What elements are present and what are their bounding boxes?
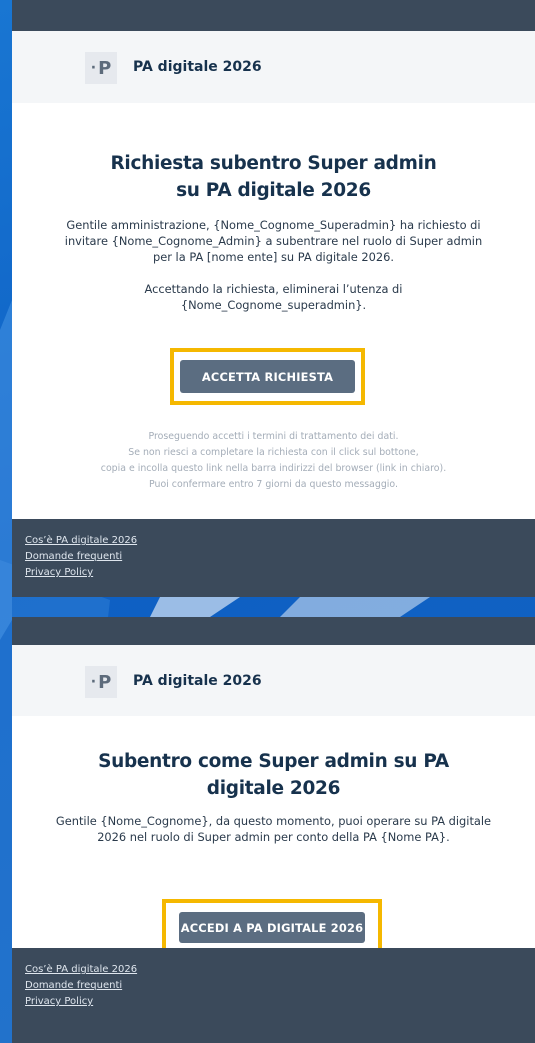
email-body: Richiesta subentro Super admin su PA dig… [12, 103, 535, 519]
email-paragraph: Gentile amministrazione, {Nome_Cognome_S… [64, 218, 483, 264]
note-line: Puoi confermare entro 7 giorni da questo… [149, 479, 398, 490]
footer-link-about[interactable]: Cos’è PA digitale 2026 [25, 533, 137, 549]
footer-link-privacy[interactable]: Privacy Policy [25, 994, 93, 1010]
brand-name: PA digitale 2026 [133, 673, 262, 689]
email-paragraph: Gentile {Nome_Cognome}, da questo moment… [55, 814, 492, 844]
note-line: copia e incolla questo link nella barra … [100, 463, 447, 474]
accept-request-button[interactable]: ACCETTA RICHIESTA [180, 360, 355, 393]
footer-link-privacy[interactable]: Privacy Policy [25, 565, 93, 581]
email-header: · P PA digitale 2026 [12, 31, 535, 103]
button-highlight-frame: ACCETTA RICHIESTA [170, 348, 365, 405]
access-pa-digitale-button[interactable]: ACCEDI A PA DIGITALE 2026 [179, 912, 365, 943]
email-body: Subentro come Super admin su PA digitale… [12, 716, 535, 956]
email-footer: Cos’è PA digitale 2026 Domande frequenti… [12, 948, 535, 1043]
footer-link-faq[interactable]: Domande frequenti [25, 978, 122, 994]
note-line: Proseguendo accetti i termini di trattam… [148, 431, 399, 442]
email-preview-confirmation: · P PA digitale 2026 Subentro come Super … [12, 617, 535, 1043]
email-top-bar [12, 617, 535, 645]
note-line: Se non riesci a completare la richiesta … [128, 447, 419, 458]
pa-logo-icon: · P [85, 666, 117, 698]
footer-link-faq[interactable]: Domande frequenti [25, 549, 122, 565]
email-preview-request: · P PA digitale 2026 Richiesta subentro S… [12, 0, 535, 597]
email-top-bar [12, 0, 535, 31]
email-title: Subentro come Super admin su PA digitale… [98, 751, 449, 799]
email-header: · P PA digitale 2026 [12, 645, 535, 716]
pa-logo-icon: · P [85, 52, 117, 84]
email-paragraph-warning: Accettando la richiesta, eliminerai l’ut… [144, 282, 403, 312]
brand-name: PA digitale 2026 [133, 59, 262, 75]
email-note: Proseguendo accetti i termini di trattam… [12, 429, 535, 493]
email-title: Richiesta subentro Super admin su PA dig… [110, 153, 437, 201]
footer-link-about[interactable]: Cos’è PA digitale 2026 [25, 962, 137, 978]
email-footer: Cos’è PA digitale 2026 Domande frequenti… [12, 519, 535, 597]
